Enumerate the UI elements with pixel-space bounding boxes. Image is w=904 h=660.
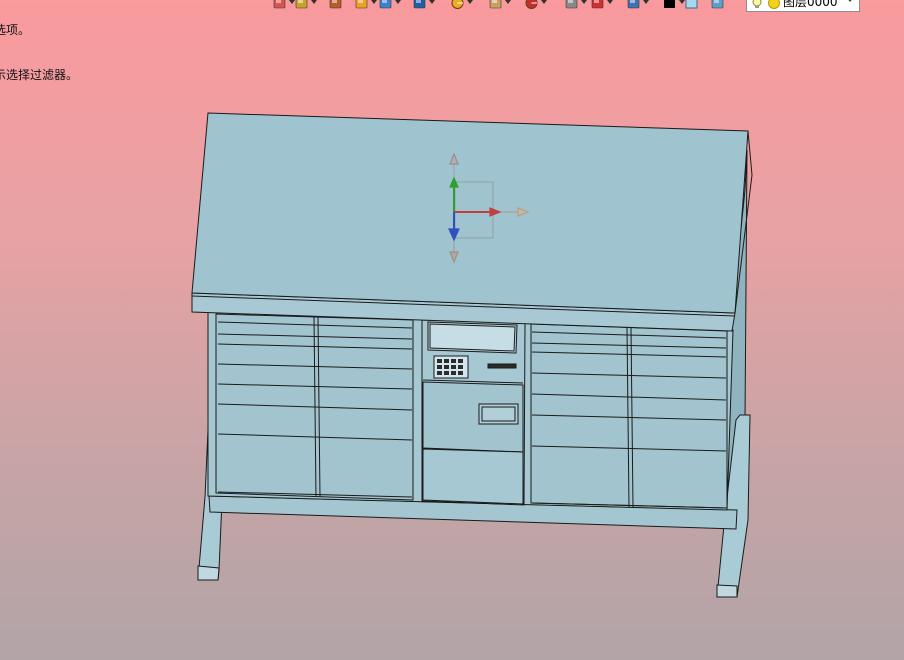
card-slot — [487, 363, 517, 369]
kiosk-base-panel — [422, 448, 524, 505]
kiosk-screen-inner — [429, 323, 516, 352]
left-leg-foot — [197, 565, 220, 581]
3d-viewport[interactable] — [0, 0, 904, 660]
right-leg-foot — [716, 584, 738, 598]
locker-cabinet-model[interactable] — [191, 112, 753, 598]
